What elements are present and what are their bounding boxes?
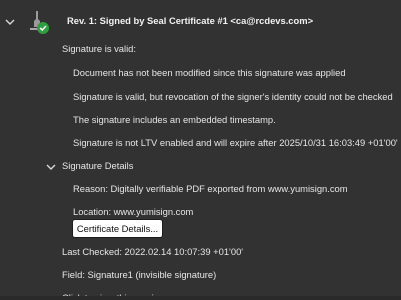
certificate-details-button[interactable]: Certificate Details... [73, 220, 162, 237]
signature-title: Rev. 1: Signed by Seal Certificate #1 <c… [67, 15, 314, 26]
chevron-down-icon[interactable] [4, 16, 16, 28]
signature-details-toggle[interactable]: Signature Details [62, 160, 133, 172]
check-badge-icon [37, 22, 49, 34]
detail-not-modified: Document has not been modified since thi… [73, 67, 346, 78]
detail-revocation: Signature is valid, but revocation of th… [73, 91, 393, 102]
reason-text: Reason: Digitally verifiable PDF exporte… [73, 183, 348, 194]
signature-pen-icon [30, 11, 49, 34]
detail-ltv: Signature is not LTV enabled and will ex… [73, 137, 398, 148]
bottom-divider [0, 296, 401, 300]
location-text: Location: www.yumisign.com [73, 206, 194, 217]
signature-panel: Rev. 1: Signed by Seal Certificate #1 <c… [0, 0, 401, 300]
signature-valid-label: Signature is valid: [62, 43, 136, 54]
signature-header[interactable]: Rev. 1: Signed by Seal Certificate #1 <c… [0, 6, 401, 34]
detail-timestamp: The signature includes an embedded times… [73, 114, 276, 125]
last-checked-text: Last Checked: 2022.02.14 10:07:39 +01'00… [62, 246, 244, 257]
field-text: Field: Signature1 (invisible signature) [62, 269, 217, 280]
chevron-down-icon[interactable] [45, 161, 57, 173]
